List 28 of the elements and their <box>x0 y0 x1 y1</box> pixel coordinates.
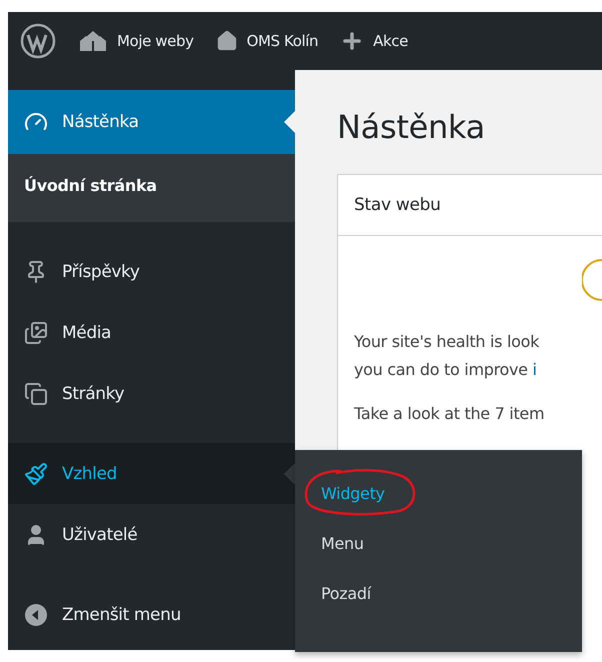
text-link[interactable]: i <box>532 360 537 379</box>
health-text: Your site's health is look <box>354 331 540 353</box>
health-text: you can do to improve i <box>354 359 538 381</box>
sidebar-nav-item[interactable]: Uživatelé <box>8 504 295 565</box>
sidebar-nav-item[interactable]: Vzhled <box>8 443 295 504</box>
admin-bar-link[interactable]: OMS Kolín <box>216 30 318 52</box>
media-icon <box>24 320 48 344</box>
sidebar-nav-item[interactable]: Zmenšit menu <box>8 584 295 645</box>
pages-icon <box>24 382 48 406</box>
admin-bar-link[interactable]: Moje weby <box>78 29 194 53</box>
sidebar-nav-item[interactable]: Příspěvky <box>8 241 295 302</box>
flyout-item[interactable]: Pozadí <box>321 568 371 618</box>
progress-ring-icon <box>582 258 602 302</box>
flyout-item[interactable]: Menu <box>321 518 364 568</box>
card-title: Stav webu <box>354 195 441 215</box>
collapse-icon <box>24 602 48 626</box>
flyout-item[interactable]: Widgety <box>321 468 385 518</box>
admin-bar-link[interactable]: Akce <box>340 29 408 53</box>
paintbrush-icon <box>24 462 48 486</box>
sidebar-nav-item[interactable]: Nástěnka <box>8 90 295 154</box>
page-title: Nástěnka <box>337 108 486 146</box>
houses-icon <box>78 29 108 53</box>
submenu-item[interactable]: Úvodní stránka <box>8 174 295 198</box>
health-text: Take a look at the 7 item <box>354 403 546 425</box>
logo-icon[interactable] <box>20 23 56 59</box>
sidebar-nav-item[interactable]: Stránky <box>8 363 295 424</box>
sidebar-nav-item[interactable]: Média <box>8 302 295 363</box>
home-icon <box>216 30 238 52</box>
